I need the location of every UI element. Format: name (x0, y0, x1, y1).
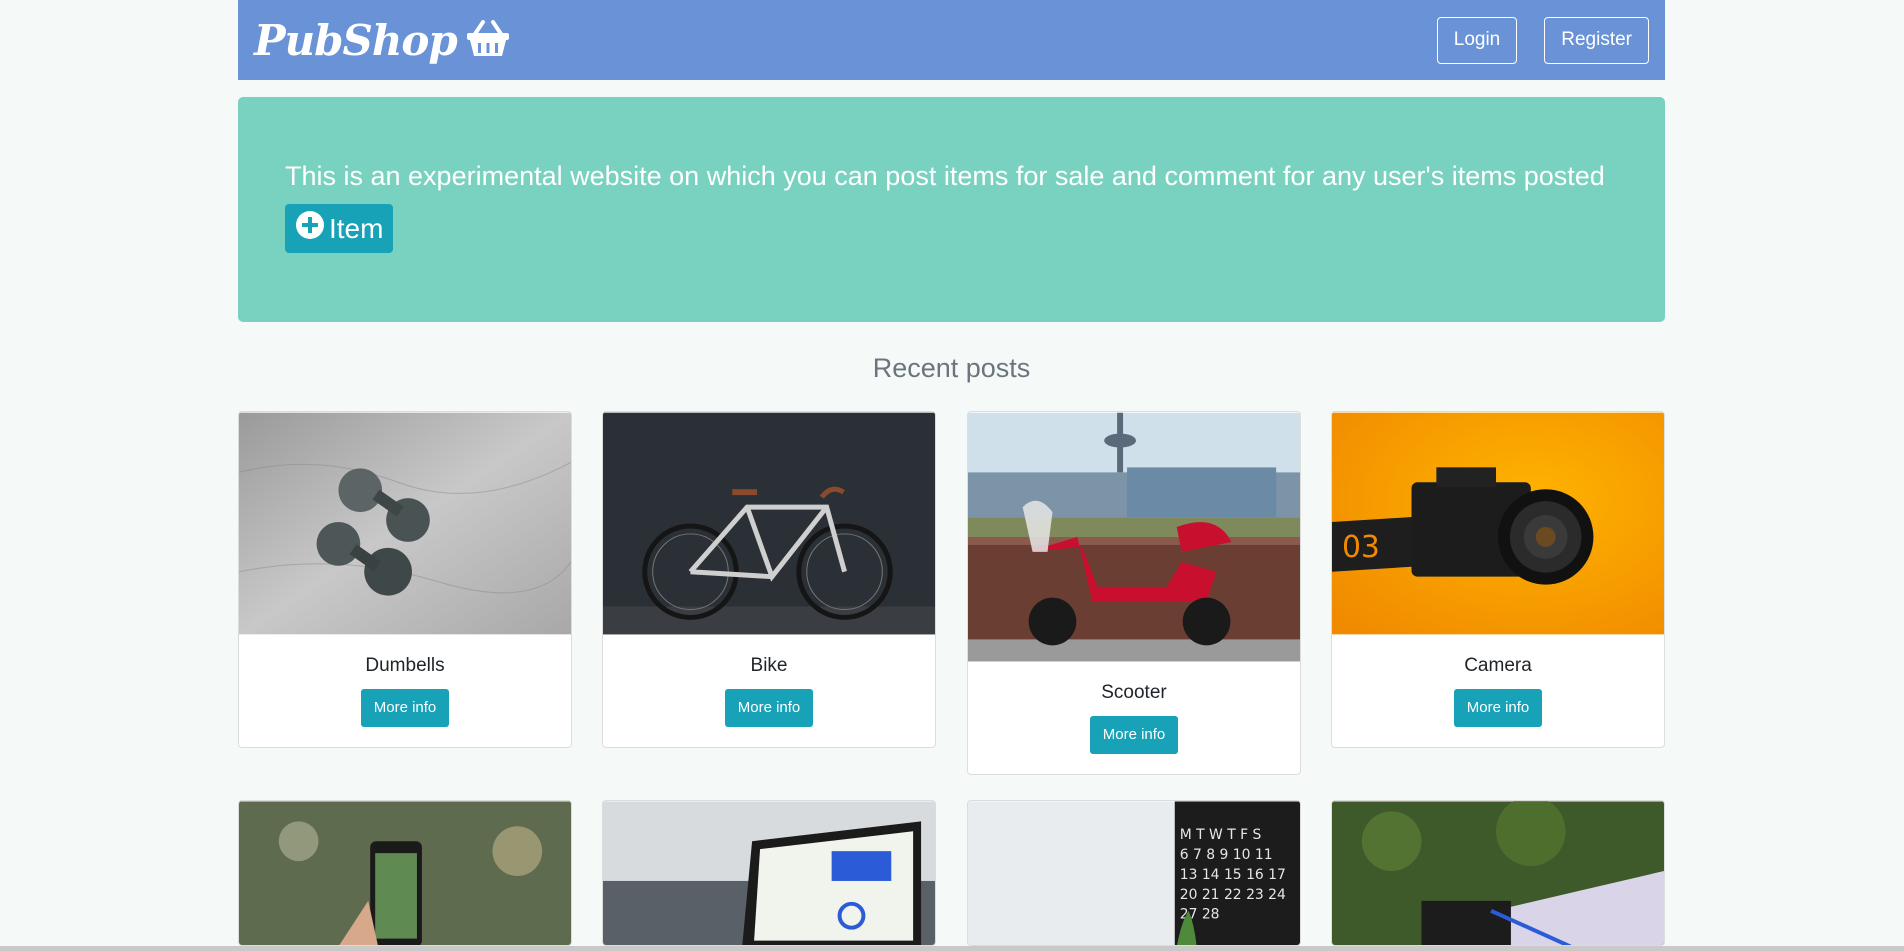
dumbells-image (239, 412, 571, 635)
scrollbar-track (0, 946, 1904, 951)
card-title: Dumbells (365, 655, 445, 676)
card-title: Scooter (1101, 682, 1167, 703)
brand-name: PubShop (254, 15, 458, 65)
card-title: Bike (750, 655, 788, 676)
svg-text:6 7 8 9 10 11: 6 7 8 9 10 11 (1180, 847, 1273, 863)
intro-text: This is an experimental website on which… (285, 161, 1605, 191)
more-info-button[interactable]: More info (1453, 689, 1543, 727)
card-title: Camera (1464, 655, 1532, 676)
card-body: Camera More info (1332, 635, 1664, 727)
bike-image (603, 412, 935, 635)
basket-icon (465, 18, 511, 63)
post-card (1331, 800, 1665, 946)
post-card: 03 Camera More info (1331, 411, 1665, 748)
post-card: Dumbells More info (238, 411, 572, 748)
calendar-image: M T W T F S 6 7 8 9 10 11 13 14 15 16 17… (968, 801, 1300, 945)
intro-jumbotron: This is an experimental website on which… (238, 97, 1665, 322)
add-item-label: Item (329, 212, 384, 244)
post-card: M T W T F S 6 7 8 9 10 11 13 14 15 16 17… (967, 800, 1301, 946)
camera-image: 03 (1332, 412, 1664, 635)
post-card: Bike More info (602, 411, 936, 748)
more-info-button[interactable]: More info (1089, 716, 1179, 754)
section-title: Recent posts (872, 353, 1031, 383)
brand-logo[interactable]: PubShop (254, 16, 511, 65)
card-body: Bike More info (603, 635, 935, 727)
scooter-image (968, 412, 1300, 662)
card-body: Dumbells More info (239, 635, 571, 727)
post-card (238, 800, 572, 946)
card-body: Scooter More info (968, 662, 1300, 754)
phone-image (239, 801, 571, 945)
laptop-image (603, 801, 935, 945)
nav-actions: Login Register (1436, 16, 1649, 64)
register-button[interactable]: Register (1544, 16, 1649, 64)
more-info-button[interactable]: More info (360, 689, 450, 727)
post-card: Scooter More info (967, 411, 1301, 775)
post-card (602, 800, 936, 946)
navbar: PubShop Login Register (238, 0, 1665, 80)
svg-text:20 21 22 23 24: 20 21 22 23 24 (1180, 887, 1286, 903)
more-info-button[interactable]: More info (724, 689, 814, 727)
plus-circle-icon (295, 210, 325, 247)
svg-text:03: 03 (1342, 530, 1380, 565)
login-button[interactable]: Login (1436, 16, 1518, 64)
add-item-button[interactable]: Item (285, 204, 394, 254)
svg-text:13 14 15 16 17: 13 14 15 16 17 (1180, 867, 1286, 883)
svg-text:M T W T F S: M T W T F S (1180, 827, 1262, 843)
notebook-image (1332, 801, 1664, 945)
